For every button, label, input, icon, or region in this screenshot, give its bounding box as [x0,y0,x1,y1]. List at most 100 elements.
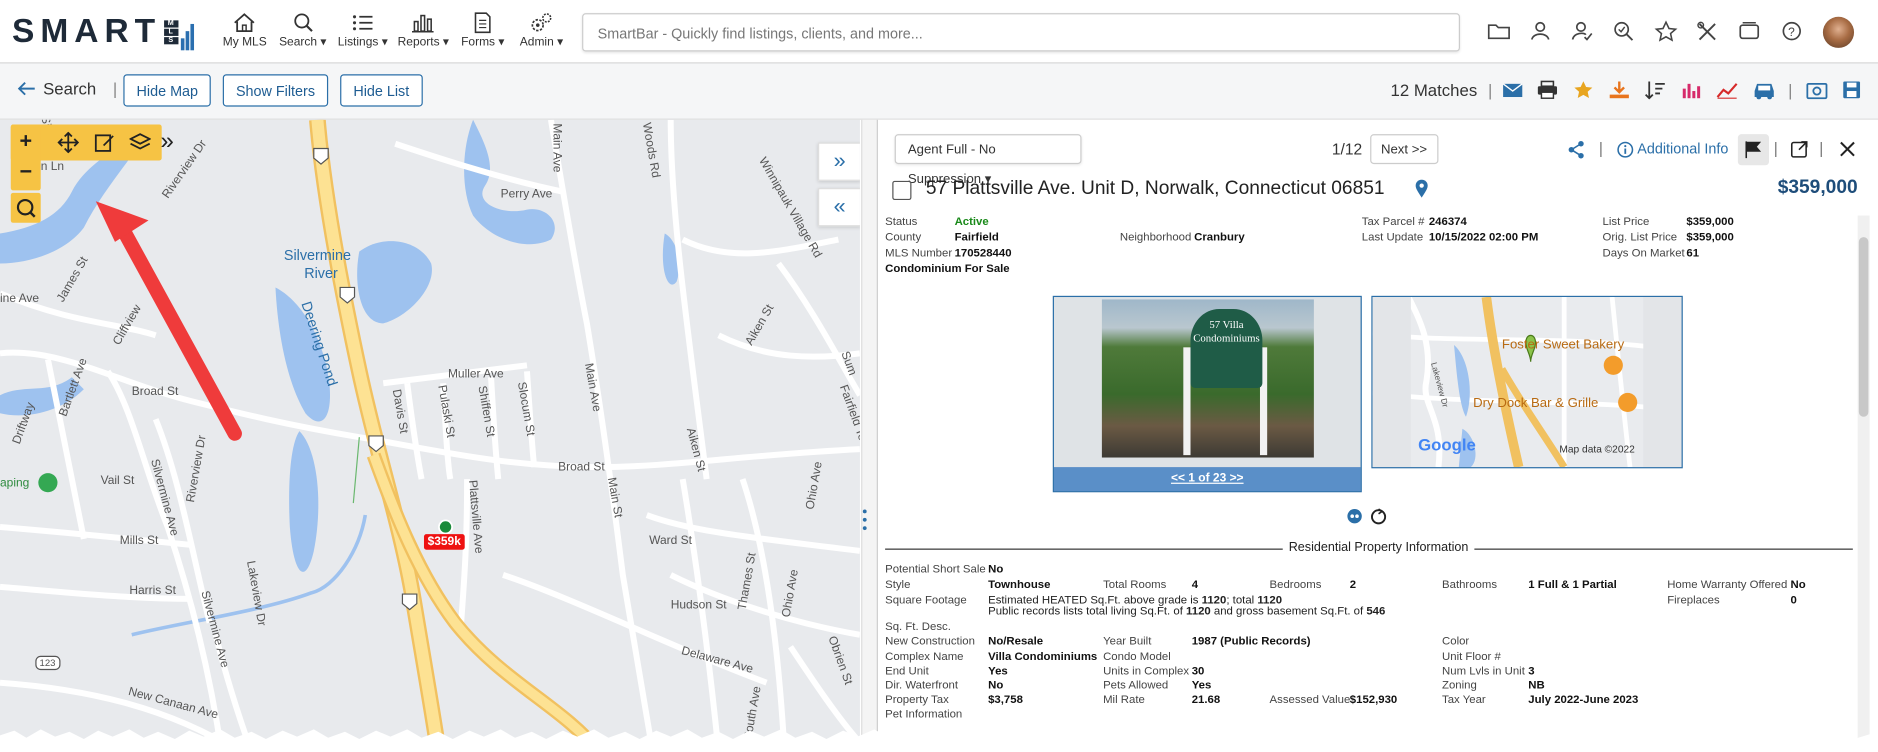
field-label: Property Tax [885,693,949,707]
field-label: Square Footage [885,594,967,608]
field-label: Complex Name [885,650,964,664]
scrollbar-thumb[interactable] [1858,237,1869,417]
car-icon[interactable] [1752,80,1776,100]
separator: | [1819,138,1824,157]
hide-list-button[interactable]: Hide List [340,74,423,107]
user-check-icon[interactable] [1570,20,1594,42]
hide-map-button[interactable]: Hide Map [123,74,212,107]
field-value: NB [1528,679,1545,693]
expand-tools-button[interactable]: » [160,125,173,159]
map-label: Broad St [558,461,605,475]
star-icon[interactable] [1654,20,1678,42]
expand-map-button[interactable]: » [818,142,860,181]
nav-listings[interactable]: Listings ▾ [338,12,388,49]
field-label: End Unit [885,664,929,678]
separator: | [1598,138,1603,157]
nav-forms[interactable]: Forms ▾ [461,12,504,49]
smart-mls-logo[interactable]: SMART M L S [12,12,195,51]
layers-icon[interactable] [129,132,151,154]
field-label: Sq. Ft. Desc. [885,620,951,634]
nav-label: Forms ▾ [461,35,505,50]
collapse-list-button[interactable]: « [818,188,860,227]
report-format-dropdown[interactable]: Agent Full - No Suppression ▾ [894,134,1082,187]
listing-pager: 1/12 [1331,140,1363,159]
trend-icon[interactable] [1716,80,1738,99]
separator: | [1487,80,1493,100]
field-label: Fireplaces [1667,594,1720,608]
contacts-icon[interactable] [1529,20,1553,42]
field-label: Tax Year [1442,693,1486,707]
edit-icon[interactable] [93,132,115,154]
detail-scrollbar[interactable] [1857,215,1870,743]
field-value: $152,930 [1349,693,1398,707]
days-on-market-value: 61 [1686,246,1700,260]
chart-icon[interactable] [1680,80,1702,99]
field-label: Year Built [1103,634,1152,648]
tools-icon[interactable] [1696,20,1720,42]
nav-label: My MLS [222,35,267,50]
property-sign: 57 Villa Condominiums [1190,309,1263,389]
listing-price-pin[interactable]: $359k [423,534,465,550]
favorite-star-icon[interactable] [1573,80,1595,99]
listing-photo[interactable]: 57 Villa Condominiums [1101,299,1314,458]
field-value: Townhouse [988,578,1051,592]
nav-search[interactable]: Search ▾ [279,12,326,49]
field-label: MLS Number [885,246,953,260]
field-label: Bedrooms [1269,578,1322,592]
nav-my-mls[interactable]: My MLS [223,12,267,49]
list-price-value: $359,000 [1686,215,1734,229]
nav-reports[interactable]: Reports ▾ [398,12,449,49]
field-label: List Price [1602,215,1650,229]
user-avatar[interactable] [1822,16,1855,48]
street-view-icon[interactable] [1346,508,1363,525]
zoom-out-button[interactable]: − [11,157,41,188]
logo-mls-mark: MLS [163,20,178,45]
saved-search-icon[interactable] [1612,20,1636,42]
listing-location-map[interactable]: Foster Sweet Bakery Dry Dock Bar & Grill… [1371,295,1683,469]
smartbar-search-input[interactable]: SmartBar - Quickly find listings, client… [582,13,1460,52]
map-panel[interactable]: Silvermine River Deering Pond Perry Ave … [0,119,860,752]
map-label: Main Ave [549,123,563,173]
field-label: Status [885,215,918,229]
additional-info-link[interactable]: Additional Info [1637,140,1728,157]
zoom-in-button[interactable]: + [11,125,41,156]
locate-button[interactable] [10,192,41,223]
save-icon[interactable] [1842,80,1861,99]
cards-icon[interactable] [1738,20,1762,42]
print-icon[interactable] [1537,80,1559,99]
map-pin-icon[interactable] [1414,179,1428,199]
back-to-search-link[interactable]: Search | [17,79,117,98]
listing-type: Condominium For Sale [885,262,1010,276]
field-label: Tax Parcel # [1361,215,1425,229]
map-label: ine Ave [0,292,40,306]
select-listing-checkbox[interactable] [892,180,912,201]
nav-admin[interactable]: Admin ▾ [520,12,563,49]
photo-pager-link[interactable]: << 1 of 23 >> [1053,467,1361,492]
field-label: Color [1442,634,1470,648]
drag-handle-icon[interactable] [862,508,867,532]
field-label: Condo Model [1103,650,1171,664]
email-icon[interactable] [1502,80,1524,99]
folder-icon[interactable] [1487,20,1512,42]
popout-icon[interactable] [1790,140,1809,158]
field-label: County [885,231,922,245]
gears-icon [531,13,552,32]
virtual-tour-icon[interactable] [1370,508,1387,525]
listing-photo-carousel[interactable]: 57 Villa Condominiums << 1 of 23 >> [1052,295,1362,493]
next-listing-button[interactable]: Next >> [1370,134,1438,165]
support-icon[interactable]: ? [1780,20,1804,42]
show-filters-button[interactable]: Show Filters [222,74,329,107]
share-icon[interactable] [1568,140,1585,159]
pan-icon[interactable] [57,131,80,154]
list-icon [352,15,373,31]
download-icon[interactable] [1609,80,1631,99]
logo-bars-icon [180,12,194,51]
close-icon[interactable] [1838,140,1856,158]
toggle-view-button[interactable] [1737,134,1770,166]
sort-icon[interactable] [1644,80,1666,100]
home-icon [234,13,255,33]
panel-splitter[interactable] [861,119,878,752]
field-label: Units in Complex [1103,664,1190,678]
map-label: aping [0,476,30,490]
camera-folder-icon[interactable] [1806,80,1828,100]
